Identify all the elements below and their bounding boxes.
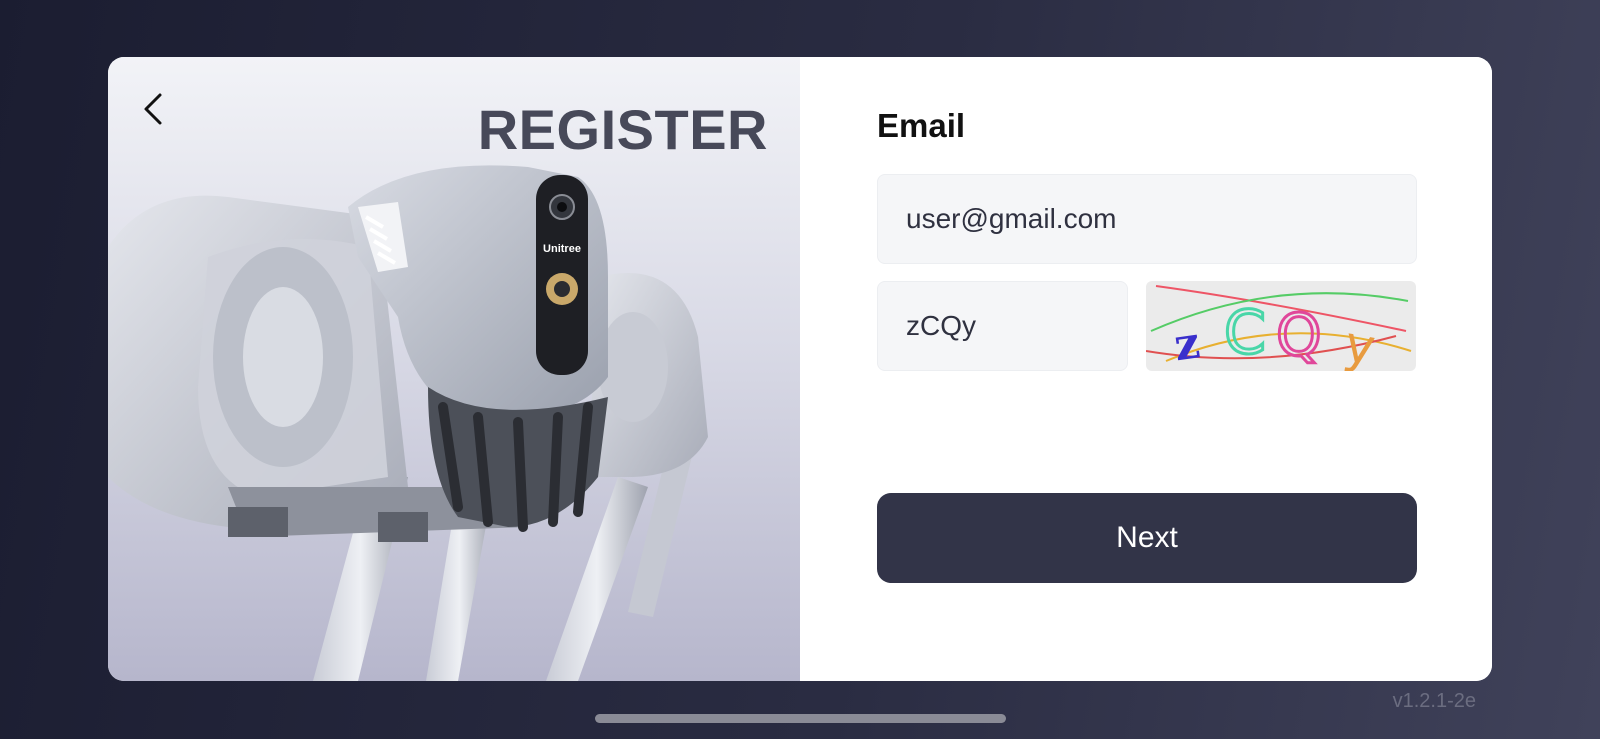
email-input[interactable] bbox=[877, 174, 1417, 264]
back-button[interactable] bbox=[136, 87, 176, 131]
captcha-char-4: y bbox=[1340, 315, 1379, 371]
version-label: v1.2.1-2e bbox=[1392, 690, 1476, 712]
chevron-left-icon bbox=[144, 93, 162, 125]
captcha-image[interactable]: z C Q y bbox=[1146, 281, 1416, 371]
page-title: REGISTER bbox=[477, 98, 768, 161]
hero-panel: Unitree REGISTER bbox=[108, 57, 800, 681]
form-panel: Email z C Q y Next bbox=[800, 57, 1492, 681]
captcha-char-2: C bbox=[1224, 298, 1266, 368]
captcha-char-1: z bbox=[1171, 317, 1203, 371]
robot-brand-text: Unitree bbox=[543, 243, 581, 255]
captcha-char-3: Q bbox=[1276, 301, 1322, 369]
register-card: Unitree REGISTER Email z bbox=[108, 57, 1492, 681]
home-indicator[interactable] bbox=[595, 714, 1006, 723]
email-label: Email bbox=[877, 107, 966, 144]
captcha-input[interactable] bbox=[877, 281, 1128, 371]
next-button[interactable]: Next bbox=[877, 493, 1417, 583]
